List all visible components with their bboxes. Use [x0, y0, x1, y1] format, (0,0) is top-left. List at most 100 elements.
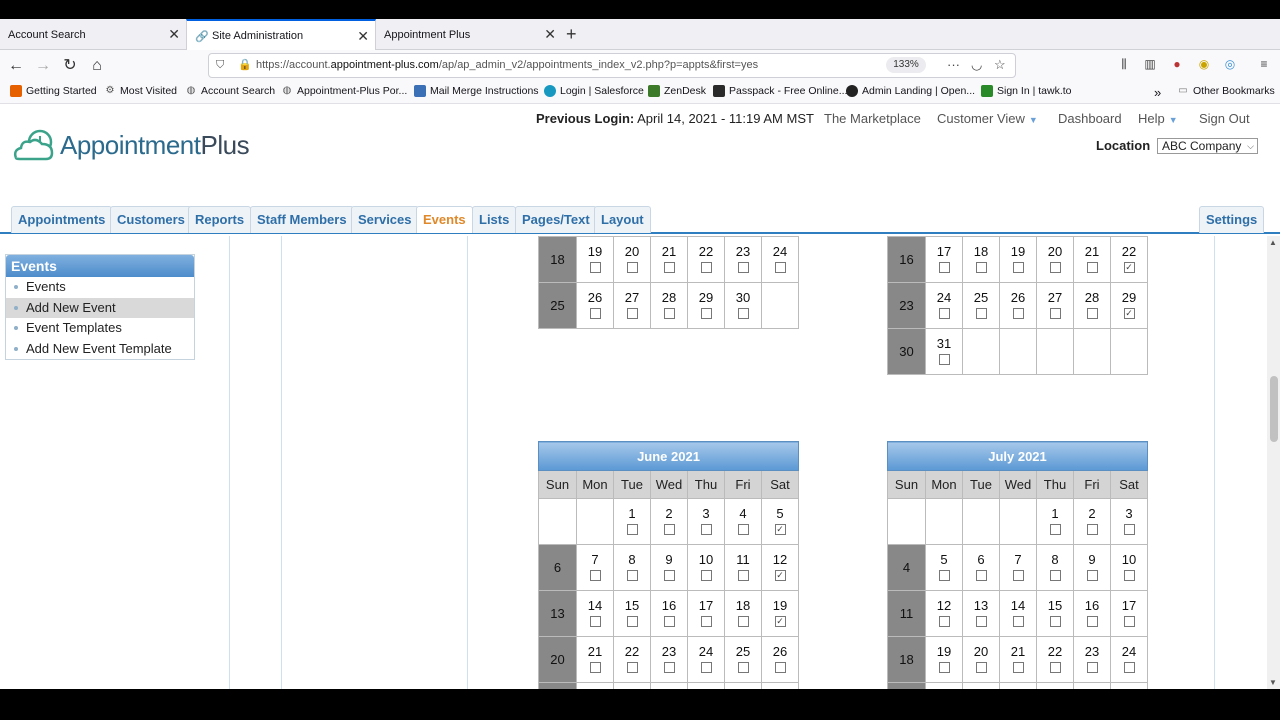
day-checkbox[interactable]: [700, 570, 712, 581]
tab-appointments[interactable]: Appointments: [11, 206, 113, 233]
day-checkbox[interactable]: [1012, 570, 1024, 581]
tab-lists[interactable]: Lists: [472, 206, 517, 233]
day-checkbox[interactable]: [1086, 662, 1098, 673]
day-checkbox[interactable]: [1123, 570, 1135, 581]
sidebar-item-event-templates[interactable]: Event Templates: [6, 318, 194, 339]
menu-icon[interactable]: ≡: [1256, 57, 1272, 73]
day-checkbox[interactable]: [700, 262, 712, 273]
day-checkbox[interactable]: [1123, 524, 1135, 535]
customer-view-link[interactable]: Customer View ▼: [937, 111, 1038, 126]
tab-customers[interactable]: Customers: [110, 206, 192, 233]
library-icon[interactable]: ⫼: [1116, 57, 1132, 73]
sidebar-item-add-new-event-template[interactable]: Add New Event Template: [6, 339, 194, 360]
day-checkbox[interactable]: [663, 570, 675, 581]
zoom-level[interactable]: 133%: [886, 57, 926, 73]
day-checkbox[interactable]: [737, 616, 749, 627]
sidebar-item-events[interactable]: Events: [6, 277, 194, 298]
day-checkbox[interactable]: [589, 308, 601, 319]
marketplace-link[interactable]: The Marketplace: [824, 111, 921, 126]
day-checkbox[interactable]: [938, 308, 950, 319]
bookmark-item[interactable]: Sign In | tawk.to: [981, 85, 1072, 97]
day-checkbox[interactable]: [774, 262, 786, 273]
day-checkbox[interactable]: ✓: [774, 570, 786, 581]
more-actions-icon[interactable]: ···: [947, 57, 960, 72]
bookmark-item[interactable]: Admin Landing | Open...: [846, 85, 975, 97]
day-checkbox[interactable]: [975, 662, 987, 673]
other-bookmarks[interactable]: ▭ Other Bookmarks: [1177, 85, 1274, 97]
bookmark-item[interactable]: Getting Started: [10, 85, 97, 97]
bookmark-item[interactable]: ◍ Appointment-Plus Por...: [281, 85, 408, 97]
day-checkbox[interactable]: [626, 616, 638, 627]
day-checkbox[interactable]: [975, 570, 987, 581]
day-checkbox[interactable]: [1086, 570, 1098, 581]
tab-services[interactable]: Services: [351, 206, 419, 233]
extension-icon[interactable]: ◎: [1222, 57, 1238, 73]
day-checkbox[interactable]: [975, 262, 987, 273]
day-checkbox[interactable]: [938, 616, 950, 627]
day-checkbox[interactable]: [1049, 524, 1061, 535]
day-checkbox[interactable]: [663, 662, 675, 673]
url-bar[interactable]: ⛉ 🔒 https://account.appointment-plus.com…: [208, 53, 1016, 78]
day-checkbox[interactable]: [737, 570, 749, 581]
day-checkbox[interactable]: [737, 662, 749, 673]
day-checkbox[interactable]: [938, 354, 950, 365]
day-checkbox[interactable]: [1086, 308, 1098, 319]
day-checkbox[interactable]: [1012, 308, 1024, 319]
day-checkbox[interactable]: [1049, 308, 1061, 319]
location-select[interactable]: ABC Company ⌵: [1157, 138, 1258, 154]
day-checkbox[interactable]: [1012, 662, 1024, 673]
day-checkbox[interactable]: [1123, 616, 1135, 627]
day-checkbox[interactable]: [663, 616, 675, 627]
day-checkbox[interactable]: [1086, 262, 1098, 273]
appointmentplus-logo[interactable]: AppointmentPlus: [12, 128, 250, 162]
scroll-down-icon[interactable]: ▼: [1269, 678, 1277, 687]
extension-icon[interactable]: ◉: [1196, 57, 1212, 73]
day-checkbox[interactable]: [700, 308, 712, 319]
day-checkbox[interactable]: ✓: [1123, 308, 1135, 319]
day-checkbox[interactable]: [1049, 262, 1061, 273]
day-checkbox[interactable]: [700, 524, 712, 535]
bookmark-item[interactable]: ZenDesk: [648, 85, 706, 97]
home-icon[interactable]: ⌂: [86, 55, 108, 77]
day-checkbox[interactable]: [938, 570, 950, 581]
day-checkbox[interactable]: [589, 616, 601, 627]
bookmark-item[interactable]: ⚙ Most Visited: [104, 85, 177, 97]
day-checkbox[interactable]: [737, 262, 749, 273]
settings-tab[interactable]: Settings: [1199, 206, 1265, 233]
shield-icon[interactable]: ⛉: [216, 59, 224, 72]
day-checkbox[interactable]: [737, 308, 749, 319]
forward-icon[interactable]: →: [32, 55, 54, 77]
bookmark-star-icon[interactable]: ☆: [994, 57, 1006, 73]
day-checkbox[interactable]: [663, 308, 675, 319]
day-checkbox[interactable]: [774, 662, 786, 673]
day-checkbox[interactable]: [1049, 570, 1061, 581]
bookmark-item[interactable]: Mail Merge Instructions: [414, 85, 539, 97]
bookmark-item[interactable]: ◍ Account Search: [185, 85, 276, 97]
day-checkbox[interactable]: [589, 662, 601, 673]
sidebar-icon[interactable]: ▥: [1142, 57, 1158, 73]
bookmark-item[interactable]: Login | Salesforce: [544, 85, 644, 97]
day-checkbox[interactable]: [663, 262, 675, 273]
dashboard-link[interactable]: Dashboard: [1058, 111, 1122, 126]
day-checkbox[interactable]: ✓: [1123, 262, 1135, 273]
day-checkbox[interactable]: [1123, 662, 1135, 673]
tab-staff-members[interactable]: Staff Members: [250, 206, 354, 233]
tab-pages-text[interactable]: Pages/Text: [515, 206, 597, 233]
day-checkbox[interactable]: [938, 262, 950, 273]
tab-layout[interactable]: Layout: [594, 206, 651, 233]
day-checkbox[interactable]: [975, 308, 987, 319]
new-tab-icon[interactable]: +: [566, 24, 577, 45]
day-checkbox[interactable]: [1086, 524, 1098, 535]
day-checkbox[interactable]: [737, 524, 749, 535]
day-checkbox[interactable]: [1049, 662, 1061, 673]
day-checkbox[interactable]: [700, 662, 712, 673]
day-checkbox[interactable]: [626, 308, 638, 319]
scrollbar-thumb[interactable]: [1270, 376, 1278, 442]
tab-reports[interactable]: Reports: [188, 206, 252, 233]
bookmarks-overflow-icon[interactable]: »: [1154, 85, 1161, 100]
extension-icon[interactable]: ●: [1169, 57, 1185, 73]
lock-icon[interactable]: 🔒: [238, 58, 252, 71]
bookmark-item[interactable]: Passpack - Free Online...: [713, 85, 847, 97]
close-icon[interactable]: ✕: [544, 26, 556, 43]
day-checkbox[interactable]: [1086, 616, 1098, 627]
